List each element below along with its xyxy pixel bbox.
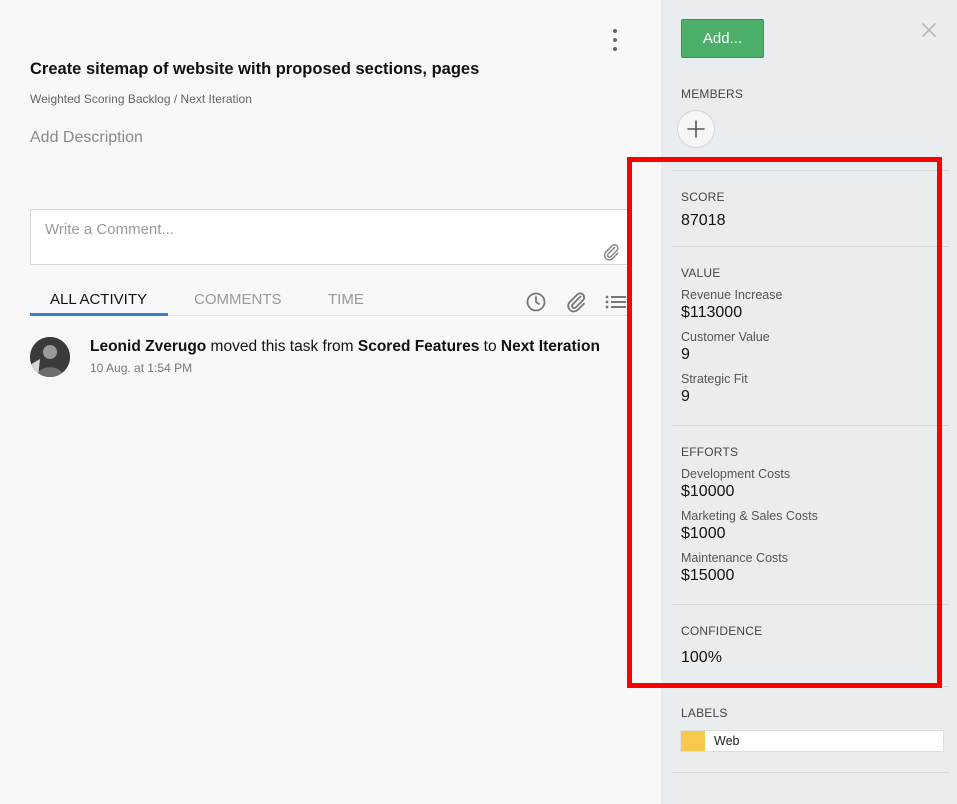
plus-icon	[687, 120, 705, 138]
activity-from-list: Scored Features	[357, 338, 480, 355]
score-label: SCORE	[681, 190, 725, 204]
tab-comments[interactable]: COMMENTS	[194, 291, 282, 308]
members-label: MEMBERS	[681, 87, 744, 101]
development-costs-label: Development Costs	[681, 467, 791, 481]
comment-input[interactable]: Write a Comment...	[30, 209, 630, 265]
revenue-increase-value[interactable]: $113000	[681, 304, 742, 322]
add-member-button[interactable]	[677, 110, 715, 148]
activity-connector: to	[479, 338, 501, 355]
divider	[672, 425, 949, 426]
label-name: Web	[714, 734, 740, 748]
clock-icon[interactable]	[524, 290, 548, 314]
customer-value-value[interactable]: 9	[681, 346, 690, 364]
marketing-sales-costs-label: Marketing & Sales Costs	[681, 509, 818, 523]
list-icon[interactable]	[604, 290, 626, 314]
comment-placeholder: Write a Comment...	[45, 221, 174, 238]
revenue-increase-label: Revenue Increase	[681, 288, 783, 302]
close-icon[interactable]	[920, 21, 938, 39]
efforts-label: EFFORTS	[681, 445, 739, 459]
maintenance-costs-label: Maintenance Costs	[681, 551, 789, 565]
divider	[672, 604, 949, 605]
activity-to-list: Next Iteration	[500, 338, 600, 355]
active-tab-indicator	[30, 313, 168, 316]
breadcrumb: Weighted Scoring Backlog / Next Iteratio…	[30, 92, 252, 106]
paperclip-icon[interactable]	[564, 290, 588, 314]
strategic-fit-label: Strategic Fit	[681, 372, 748, 386]
activity-user[interactable]: Leonid Zverugo	[90, 338, 206, 355]
score-value: 87018	[681, 212, 726, 229]
customer-value-label: Customer Value	[681, 330, 770, 344]
more-options-icon[interactable]	[608, 29, 622, 51]
marketing-sales-costs-value[interactable]: $1000	[681, 525, 726, 543]
divider	[672, 246, 949, 247]
labels-label: LABELS	[681, 706, 728, 720]
add-description-field[interactable]: Add Description	[30, 129, 143, 147]
divider	[672, 170, 949, 171]
divider	[672, 772, 949, 773]
maintenance-costs-value[interactable]: $15000	[681, 567, 734, 585]
activity-entry: Leonid Zverugo moved this task from Scor…	[90, 338, 600, 356]
task-title[interactable]: Create sitemap of website with proposed …	[30, 60, 479, 79]
task-detail-pane	[0, 0, 661, 804]
label-color-swatch	[681, 731, 705, 751]
label-chip-web[interactable]: Web	[680, 730, 944, 752]
confidence-value[interactable]: 100%	[681, 649, 722, 667]
value-label: VALUE	[681, 266, 721, 280]
confidence-label: CONFIDENCE	[681, 624, 763, 638]
add-button[interactable]: Add...	[681, 19, 764, 58]
development-costs-value[interactable]: $10000	[681, 483, 734, 501]
divider	[672, 686, 949, 687]
activity-action: moved this task from	[206, 338, 358, 355]
tab-all-activity[interactable]: ALL ACTIVITY	[50, 291, 147, 308]
avatar[interactable]	[30, 337, 70, 377]
strategic-fit-value[interactable]: 9	[681, 388, 690, 406]
attach-paperclip-icon[interactable]	[601, 242, 621, 262]
tab-time[interactable]: TIME	[328, 291, 364, 308]
activity-timestamp: 10 Aug. at 1:54 PM	[90, 361, 193, 375]
